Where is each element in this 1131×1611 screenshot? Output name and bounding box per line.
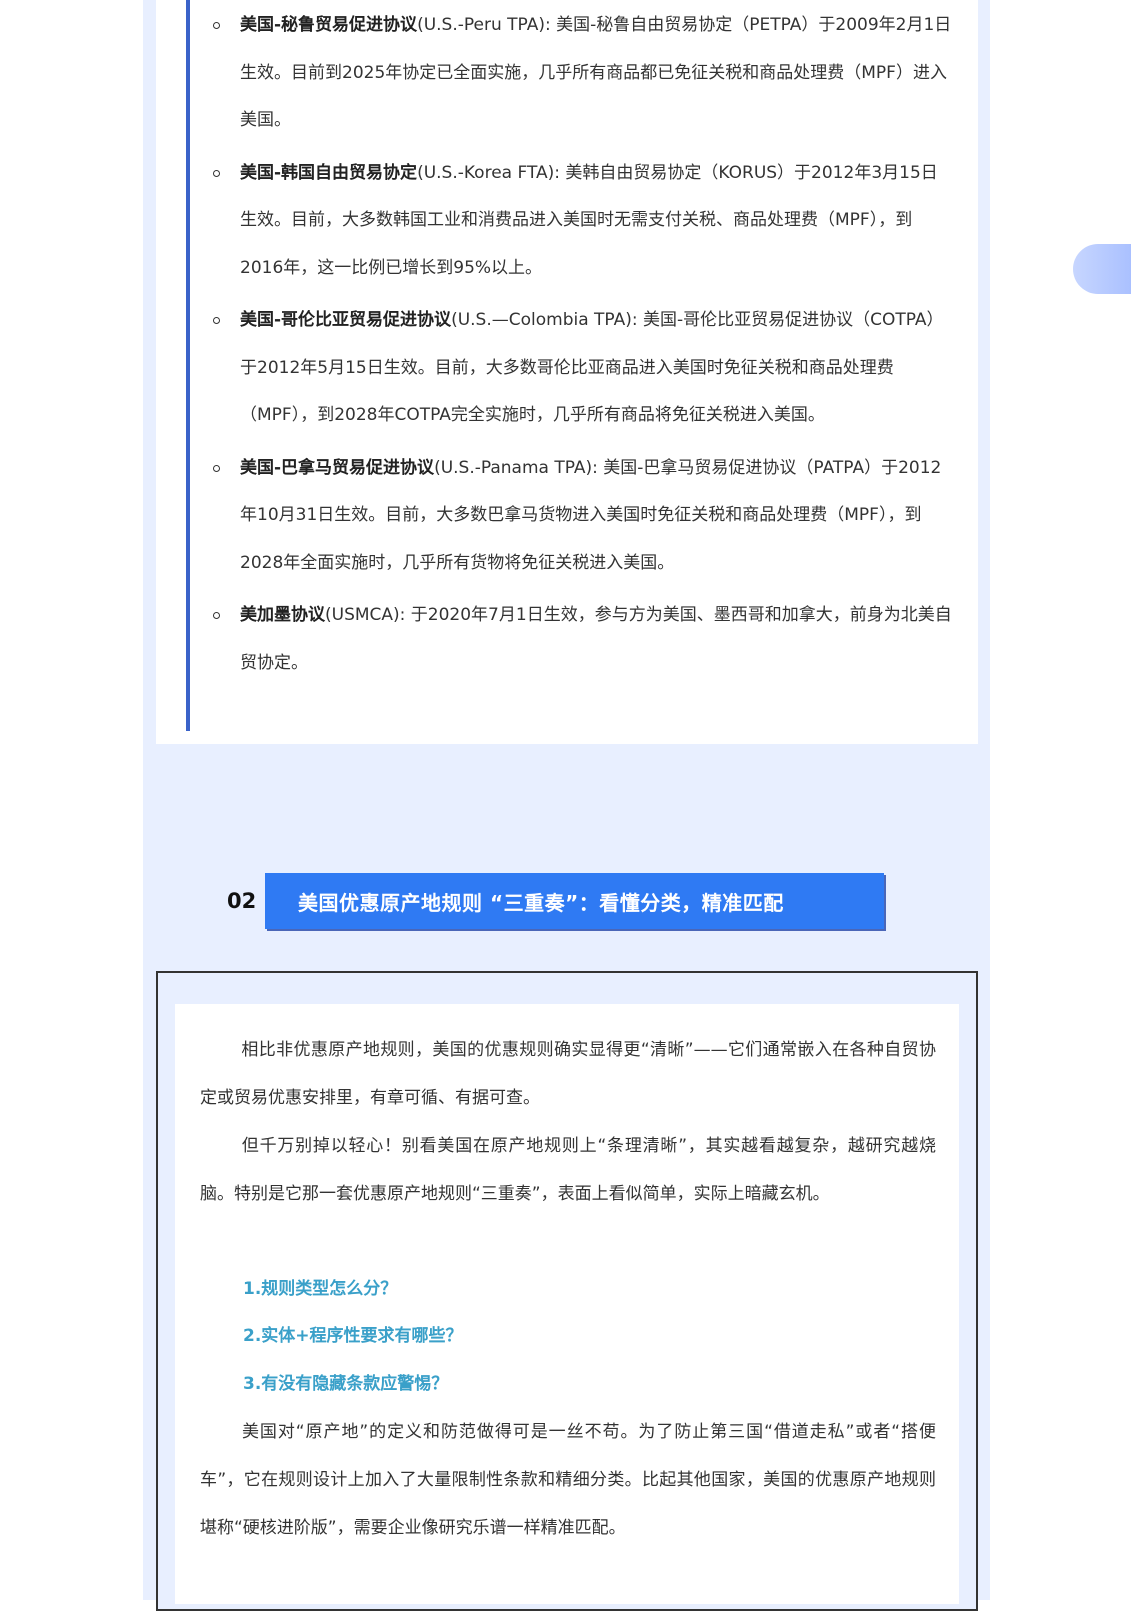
paragraph-text: 但千万别掉以轻心！别看美国在原产地规则上“条理清晰”，其实越看越复杂，越研究越烧… [200,1136,936,1204]
side-float-tab[interactable] [1073,244,1131,294]
list-item: 美国-韩国自由贸易协定(U.S.-Korea FTA): 美韩自由贸易协定（KO… [212,150,954,293]
list-item: 美加墨协议(USMCA): 于2020年7月1日生效，参与方为美国、墨西哥和加拿… [212,592,954,687]
fta-name: 美国-巴拿马贸易促进协议 [240,457,435,478]
circle-bullet-icon [213,612,220,619]
fta-item-text: 美加墨协议(USMCA): 于2020年7月1日生效，参与方为美国、墨西哥和加拿… [240,592,954,687]
fta-item-text: 美国-秘鲁贸易促进协议(U.S.-Peru TPA): 美国-秘鲁自由贸易协定（… [240,2,954,145]
fta-name: 美加墨协议 [240,605,325,625]
question-item: 1.规则类型怎么分？ [243,1279,398,1299]
section-number: 02 [227,889,257,913]
circle-bullet-icon [213,169,220,177]
fta-name: 美国-韩国自由贸易协定 [240,162,418,183]
section-title: 美国优惠原产地规则 “三重奏”：看懂分类，精准匹配 [298,890,784,915]
fta-item-text: 美国-巴拿马贸易促进协议(U.S.-Panama TPA): 美国-巴拿马贸易促… [240,445,954,588]
fta-detail: (USMCA): 于2020年7月1日生效，参与方为美国、墨西哥和加拿大，前身为… [240,605,952,673]
list-accent-bar [186,0,190,731]
section-banner: 美国优惠原产地规则 “三重奏”：看懂分类，精准匹配 [265,873,884,929]
body-paragraph: 美国对“原产地”的定义和防范做得可是一丝不苟。为了防止第三国“借道走私”或者“搭… [200,1408,936,1552]
fta-list: 美国-秘鲁贸易促进协议(U.S.-Peru TPA): 美国-秘鲁自由贸易协定（… [212,0,954,687]
fta-name: 美国-秘鲁贸易促进协议 [240,15,418,35]
circle-bullet-icon [213,464,220,472]
body-paragraph: 相比非优惠原产地规则，美国的优惠规则确实显得更“清晰”——它们通常嵌入在各种自贸… [200,1026,936,1122]
circle-bullet-icon [213,317,220,324]
body-paragraph: 但千万别掉以轻心！别看美国在原产地规则上“条理清晰”，其实越看越复杂，越研究越烧… [200,1122,936,1218]
list-item: 美国-哥伦比亚贸易促进协议(U.S.—Colombia TPA): 美国-哥伦比… [212,297,954,440]
question-item: 2.实体+程序性要求有哪些？ [243,1326,463,1346]
list-item: 美国-秘鲁贸易促进协议(U.S.-Peru TPA): 美国-秘鲁自由贸易协定（… [212,2,954,145]
paragraph-text: 美国对“原产地”的定义和防范做得可是一丝不苟。为了防止第三国“借道走私”或者“搭… [200,1422,936,1538]
paragraph-text: 相比非优惠原产地规则，美国的优惠规则确实显得更“清晰”——它们通常嵌入在各种自贸… [200,1040,936,1108]
fta-item-text: 美国-韩国自由贸易协定(U.S.-Korea FTA): 美韩自由贸易协定（KO… [240,150,954,293]
question-item: 3.有没有隐藏条款应警惕？ [243,1374,449,1394]
fta-name: 美国-哥伦比亚贸易促进协议 [240,310,452,330]
circle-bullet-icon [213,22,220,29]
list-item: 美国-巴拿马贸易促进协议(U.S.-Panama TPA): 美国-巴拿马贸易促… [212,445,954,588]
fta-item-text: 美国-哥伦比亚贸易促进协议(U.S.—Colombia TPA): 美国-哥伦比… [240,297,954,440]
